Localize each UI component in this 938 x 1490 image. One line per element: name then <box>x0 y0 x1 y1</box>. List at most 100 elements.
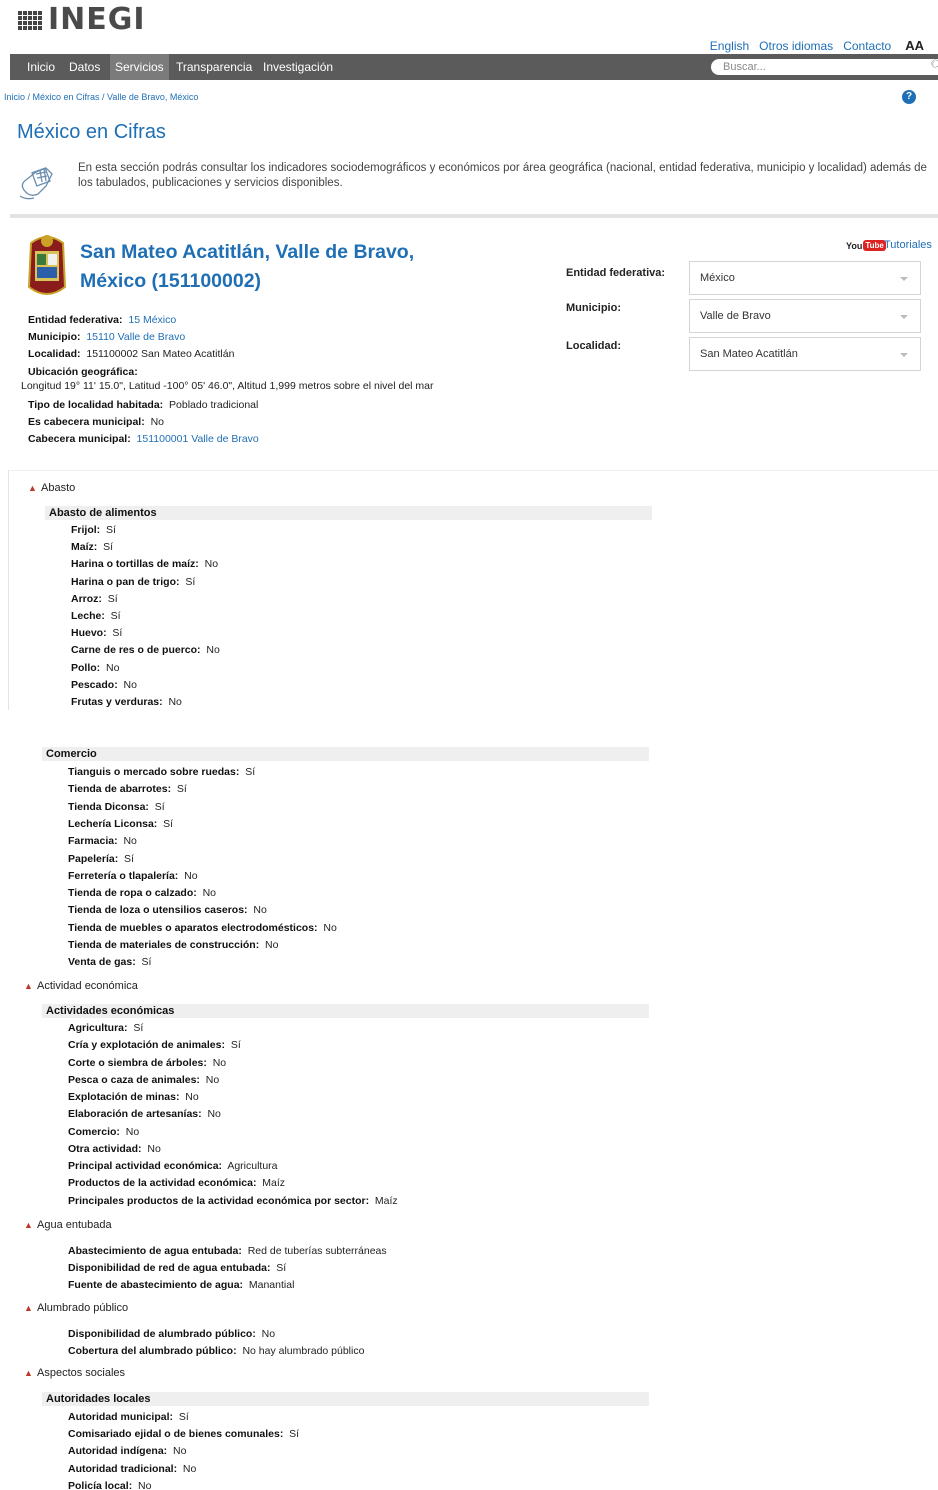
indicator-label: Pesca o caza de animales: <box>68 1073 200 1086</box>
indicator-value: No <box>177 1462 197 1475</box>
section-toggle-aspectos[interactable]: ▲ Aspectos sociales <box>24 1367 125 1379</box>
indicator-value: No <box>179 1091 199 1103</box>
municipio-link[interactable]: 15110 Valle de Bravo <box>86 331 185 343</box>
english-link[interactable]: English <box>710 39 749 53</box>
info-label: Entidad federativa: <box>28 314 123 326</box>
nav-transparencia[interactable]: Transparencia <box>171 54 257 80</box>
tutorials-link[interactable]: Tutoriales <box>884 239 932 251</box>
breadcrumb[interactable]: Inicio / México en Cifras / Valle de Bra… <box>4 92 198 102</box>
indicator-row: Fuente de abastecimiento de agua: Manant… <box>68 1279 294 1291</box>
nav-inicio[interactable]: Inicio <box>22 54 60 80</box>
place-info-2: Tipo de localidad habitada: Poblado trad… <box>28 397 259 449</box>
cabecera-link[interactable]: 151100001 Valle de Bravo <box>137 433 259 445</box>
indicator-value: No <box>178 869 198 882</box>
municipio-select[interactable]: Valle de Bravo <box>689 299 921 333</box>
indicator-label: Productos de la actividad económica: <box>68 1177 257 1190</box>
localidad-select[interactable]: San Mateo Acatitlán <box>689 337 921 371</box>
chevron-up-icon: ▲ <box>28 483 37 493</box>
indicator-row: Corte o siembra de árboles: No <box>68 1057 226 1069</box>
search-placeholder: Buscar... <box>723 61 766 73</box>
other-languages-link[interactable]: Otros idiomas <box>759 39 833 53</box>
indicator-row: Maíz: Sí <box>71 541 113 553</box>
indicator-value: Agricultura <box>222 1160 278 1172</box>
place-title: San Mateo Acatitlán, Valle de Bravo, Méx… <box>80 238 500 296</box>
indicator-value: No <box>259 939 279 951</box>
indicator-row: Arroz: Sí <box>71 593 118 605</box>
indicator-label: Tienda de materiales de construcción: <box>68 939 260 951</box>
indicator-value: Red de tuberías subterráneas <box>241 1245 387 1257</box>
indicator-value: No <box>117 678 137 691</box>
indicator-value: Maíz <box>256 1177 286 1190</box>
indicator-row: Ferretería o tlapalería: No <box>68 870 198 882</box>
search-icon[interactable]: 🔍︎ <box>930 58 938 74</box>
nav-servicios[interactable]: Servicios <box>110 54 169 80</box>
info-ubicacion: Ubicación geográfica: <box>28 364 234 381</box>
indicator-value: No <box>132 1479 152 1490</box>
indicator-row: Comisariado ejidal o de bienes comunales… <box>68 1428 299 1440</box>
info-municipio: Municipio: 15110 Valle de Bravo <box>28 329 234 346</box>
indicator-value: No hay alumbrado público <box>236 1344 365 1357</box>
section-label: Agua entubada <box>37 1219 112 1231</box>
indicator-label: Fuente de abastecimiento de agua: <box>68 1278 244 1291</box>
section-label: Aspectos sociales <box>37 1367 126 1379</box>
section-toggle-alumbrado[interactable]: ▲ Alumbrado público <box>24 1302 128 1314</box>
divider <box>8 470 9 710</box>
indicator-label: Tienda Diconsa: <box>68 800 149 813</box>
indicator-row: Harina o tortillas de maíz: No <box>71 558 218 570</box>
info-label: Tipo de localidad habitada: <box>28 399 164 411</box>
indicator-label: Cría y explotación de animales: <box>68 1039 225 1052</box>
indicator-value: No <box>162 696 182 708</box>
indicator-value: Sí <box>104 610 121 622</box>
font-size-button[interactable]: AA <box>905 38 924 53</box>
place-title-line2: México (151100002) <box>80 270 262 292</box>
indicator-row: Papelería: Sí <box>68 853 134 865</box>
chevron-up-icon: ▲ <box>24 981 33 991</box>
indicator-value: No <box>206 1056 227 1069</box>
indicator-row: Harina o pan de trigo: Sí <box>71 576 195 588</box>
indicator-label: Lechería Liconsa: <box>68 817 158 830</box>
indicator-value: Sí <box>179 575 196 588</box>
indicator-label: Comisariado ejidal o de bienes comunales… <box>68 1428 284 1441</box>
indicator-label: Frijol: <box>71 524 101 536</box>
indicator-label: Carne de res o de puerco: <box>71 644 201 657</box>
entidad-link[interactable]: 15 México <box>128 314 176 326</box>
indicator-label: Autoridad municipal: <box>68 1411 173 1423</box>
section-label: Actividad económica <box>37 980 138 992</box>
indicator-row: Disponibilidad de red de agua entubada: … <box>68 1262 286 1274</box>
info-es-cabecera: Es cabecera municipal: No <box>28 414 259 431</box>
coordinates: Longitud 19° 11' 15.0", Latitud -100° 05… <box>21 380 434 392</box>
entidad-select[interactable]: México <box>689 261 921 295</box>
help-icon[interactable]: ? <box>902 90 916 104</box>
nav-investigacion[interactable]: Investigación <box>258 54 338 80</box>
indicator-value: No <box>198 558 219 571</box>
section-toggle-agua[interactable]: ▲ Agua entubada <box>24 1219 112 1231</box>
info-cabecera: Cabecera municipal: 151100001 Valle de B… <box>28 431 259 448</box>
section-toggle-abasto[interactable]: ▲ Abasto <box>28 482 75 494</box>
indicator-row: Tienda Diconsa: Sí <box>68 801 165 813</box>
youtube-icon[interactable]: You Tube <box>846 240 886 251</box>
indicator-label: Pescado: <box>71 678 118 691</box>
indicator-label: Maíz: <box>71 541 98 554</box>
indicator-row: Tienda de materiales de construcción: No <box>68 939 278 951</box>
indicator-label: Harina o tortillas de maíz: <box>71 558 199 571</box>
info-tipo: Tipo de localidad habitada: Poblado trad… <box>28 397 259 414</box>
indicator-value: No <box>117 835 137 848</box>
indicator-row: Tienda de loza o utensilios caseros: No <box>68 904 267 916</box>
contact-link[interactable]: Contacto <box>843 39 891 53</box>
inegi-logo[interactable]: INEGI <box>18 4 146 36</box>
info-label: Localidad: <box>28 348 81 361</box>
indicator-value: Manantial <box>243 1278 295 1291</box>
indicator-label: Tienda de ropa o calzado: <box>68 887 197 900</box>
municipio-select-value: Valle de Bravo <box>700 310 771 322</box>
place-title-line1: San Mateo Acatitlán, Valle de Bravo, <box>80 241 415 263</box>
indicator-row: Agricultura: Sí <box>68 1022 143 1034</box>
indicator-value: No <box>141 1142 161 1155</box>
logo-text: INEGI <box>48 2 146 37</box>
search-input[interactable]: Buscar... 🔍︎ <box>711 59 938 75</box>
indicator-row: Abastecimiento de agua entubada: Red de … <box>68 1245 387 1257</box>
indicator-value: No <box>167 1445 187 1458</box>
indicator-value: Sí <box>224 1039 241 1052</box>
section-toggle-actividad[interactable]: ▲ Actividad económica <box>24 980 138 992</box>
nav-datos[interactable]: Datos <box>64 54 105 80</box>
indicator-value: No <box>247 904 267 917</box>
